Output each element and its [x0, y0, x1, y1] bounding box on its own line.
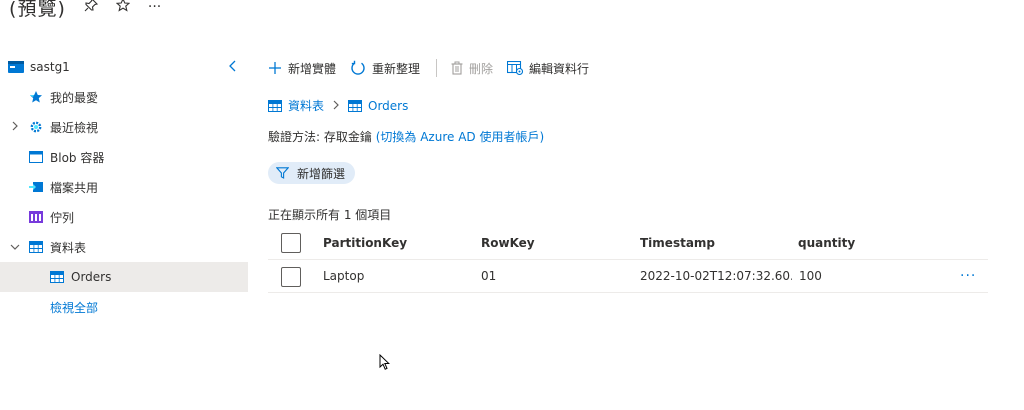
row-checkbox[interactable]	[281, 267, 301, 287]
tree-item-account[interactable]: sastg1	[0, 52, 248, 82]
table-header-row: PartitionKey RowKey Timestamp quantity	[268, 226, 988, 260]
blob-container-icon	[29, 151, 43, 163]
tree-label-blob-containers: Blob 容器	[50, 150, 105, 165]
tree-item-view-all[interactable]: 檢視全部	[0, 292, 248, 322]
breadcrumb-orders-label: Orders	[368, 98, 409, 113]
filter-icon	[276, 167, 289, 179]
cell-timestamp: 2022-10-02T12:07:32.60...	[640, 269, 792, 283]
entity-table: PartitionKey RowKey Timestamp quantity L…	[268, 226, 988, 293]
tree-label-tables: 資料表	[50, 240, 87, 255]
chevron-right-icon[interactable]	[9, 121, 21, 134]
delete-button[interactable]: 刪除	[451, 60, 493, 77]
table-icon	[50, 271, 64, 283]
add-entity-label: 新增實體	[288, 61, 337, 76]
tree-label-orders: Orders	[71, 270, 112, 284]
command-bar: 新增實體 重新整理 刪除 編輯資料行	[268, 56, 603, 80]
add-filter-button[interactable]: 新增篩選	[268, 162, 356, 184]
queue-icon	[29, 211, 43, 223]
breadcrumb-tables-label: 資料表	[288, 99, 325, 113]
refresh-button[interactable]: 重新整理	[350, 60, 420, 77]
star-icon[interactable]	[115, 0, 131, 16]
gear-icon	[29, 120, 43, 134]
tree-item-tables[interactable]: 資料表	[0, 232, 248, 262]
column-header-partitionkey[interactable]: PartitionKey	[323, 226, 473, 259]
tree-item-file-shares[interactable]: 檔案共用	[0, 172, 248, 202]
tree-label-favorites: 我的最愛	[50, 90, 99, 105]
cell-partitionkey: Laptop	[323, 269, 365, 283]
table-icon	[29, 241, 43, 253]
table-row[interactable]: Laptop 01 2022-10-02T12:07:32.60... 100 …	[268, 260, 988, 293]
edit-columns-icon	[507, 61, 524, 75]
tree-item-favorites[interactable]: 我的最愛	[0, 82, 248, 112]
item-count-text: 正在顯示所有 1 個項目	[268, 208, 392, 222]
tree-label-recent: 最近檢視	[50, 120, 99, 135]
select-all-checkbox[interactable]	[281, 233, 301, 253]
auth-method: 驗證方法: 存取金鑰 (切換為 Azure AD 使用者帳戶)	[268, 128, 544, 145]
breadcrumb: 資料表 Orders	[268, 97, 408, 114]
add-filter-label: 新增篩選	[297, 166, 346, 181]
storage-account-icon	[8, 61, 24, 73]
refresh-label: 重新整理	[372, 61, 421, 76]
auth-method-value: 存取金鑰	[323, 130, 372, 144]
tree-item-recent[interactable]: 最近檢視	[0, 112, 248, 142]
edit-columns-label: 編輯資料行	[529, 61, 590, 76]
pin-icon[interactable]	[84, 0, 98, 16]
cell-quantity: 100	[799, 269, 822, 283]
chevron-right-icon	[332, 99, 340, 113]
toolbar-divider	[436, 59, 438, 77]
page-title: ⁝(預覽)	[0, 0, 66, 20]
column-header-rowkey[interactable]: RowKey	[481, 226, 631, 259]
edit-columns-button[interactable]: 編輯資料行	[507, 60, 589, 77]
resource-tree: sastg1 我的最愛 最近檢視 Blob 容器 檔案共用 佇列 資料表 Ord…	[0, 52, 248, 322]
star-icon	[29, 90, 43, 104]
tree-item-blob-containers[interactable]: Blob 容器	[0, 142, 248, 172]
tree-label-file-shares: 檔案共用	[50, 180, 99, 195]
tree-item-orders[interactable]: Orders	[0, 262, 248, 292]
row-more-options-icon[interactable]: ···	[960, 260, 976, 292]
breadcrumb-tables[interactable]: 資料表	[268, 97, 324, 114]
file-share-icon	[29, 181, 43, 193]
view-all-link[interactable]: 檢視全部	[50, 299, 98, 316]
table-icon	[268, 99, 282, 112]
tree-label-account: sastg1	[30, 60, 70, 74]
delete-label: 刪除	[469, 61, 494, 76]
chevron-down-icon[interactable]	[9, 241, 21, 254]
cell-rowkey: 01	[481, 269, 497, 283]
tree-item-queues[interactable]: 佇列	[0, 202, 248, 232]
add-entity-button[interactable]: 新增實體	[268, 60, 336, 77]
refresh-icon	[350, 60, 366, 76]
breadcrumb-orders[interactable]: Orders	[348, 99, 408, 113]
title-bar: ⁝(預覽) ···	[0, 0, 161, 22]
plus-icon	[268, 61, 282, 75]
column-header-timestamp[interactable]: Timestamp	[640, 226, 790, 259]
auth-method-label: 驗證方法:	[268, 130, 321, 144]
trash-icon	[451, 61, 463, 75]
tree-label-queues: 佇列	[50, 210, 75, 225]
more-options-icon[interactable]: ···	[148, 0, 161, 15]
switch-auth-link[interactable]: (切換為 Azure AD 使用者帳戶)	[376, 130, 544, 144]
mouse-cursor-icon	[379, 353, 391, 375]
column-header-quantity[interactable]: quantity	[798, 226, 948, 259]
table-icon	[348, 99, 363, 112]
